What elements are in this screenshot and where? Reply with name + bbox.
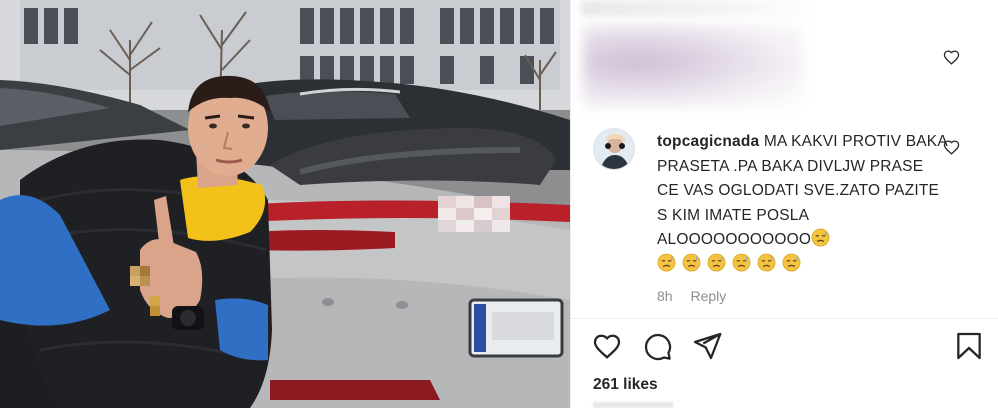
blurred-comment xyxy=(571,0,998,110)
comment-timestamp: 8h xyxy=(657,288,673,304)
comment-text: topcagicnada MA KAKVI PROTIV BAKA PRASET… xyxy=(657,130,947,277)
downcast-face-with-sweat-emoji xyxy=(782,253,801,271)
post-timestamp-faded xyxy=(593,402,673,408)
downcast-face-with-sweat-emoji xyxy=(657,253,676,271)
heart-icon xyxy=(943,140,960,155)
downcast-face-with-sweat-emoji xyxy=(732,253,751,271)
avatar[interactable] xyxy=(593,128,635,170)
paper-plane-icon xyxy=(693,332,722,360)
likes-count[interactable]: 261 likes xyxy=(593,376,658,394)
comment-message: MA KAKVI PROTIV BAKA PRASETA .PA BAKA DI… xyxy=(657,133,948,248)
comment-username[interactable]: topcagicnada xyxy=(657,133,759,150)
action-bar xyxy=(591,330,991,366)
downcast-face-with-sweat-emoji xyxy=(811,228,830,247)
comment-meta: 8h Reply xyxy=(657,288,740,304)
speech-bubble-icon xyxy=(644,333,672,361)
downcast-face-with-sweat-emoji xyxy=(757,253,776,271)
heart-icon xyxy=(593,334,621,359)
comment-like-button[interactable] xyxy=(943,139,963,159)
reply-button[interactable]: Reply xyxy=(690,288,726,304)
avatar-image xyxy=(594,129,634,169)
downcast-face-with-sweat-emoji xyxy=(707,253,726,271)
save-button[interactable] xyxy=(953,330,985,367)
bookmark-icon xyxy=(957,332,981,360)
comment-button[interactable] xyxy=(641,330,673,367)
comments-panel: topcagicnada MA KAKVI PROTIV BAKA PRASET… xyxy=(570,0,998,408)
blurred-text xyxy=(581,0,821,16)
downcast-face-with-sweat-emoji xyxy=(682,253,701,271)
blurred-avatar xyxy=(583,24,803,108)
post-photo[interactable] xyxy=(0,0,570,408)
heart-icon xyxy=(943,50,960,65)
divider xyxy=(571,318,998,319)
comment-like-button[interactable] xyxy=(943,49,963,69)
like-button[interactable] xyxy=(591,330,623,367)
photo-illustration xyxy=(0,0,570,408)
share-button[interactable] xyxy=(691,330,723,367)
